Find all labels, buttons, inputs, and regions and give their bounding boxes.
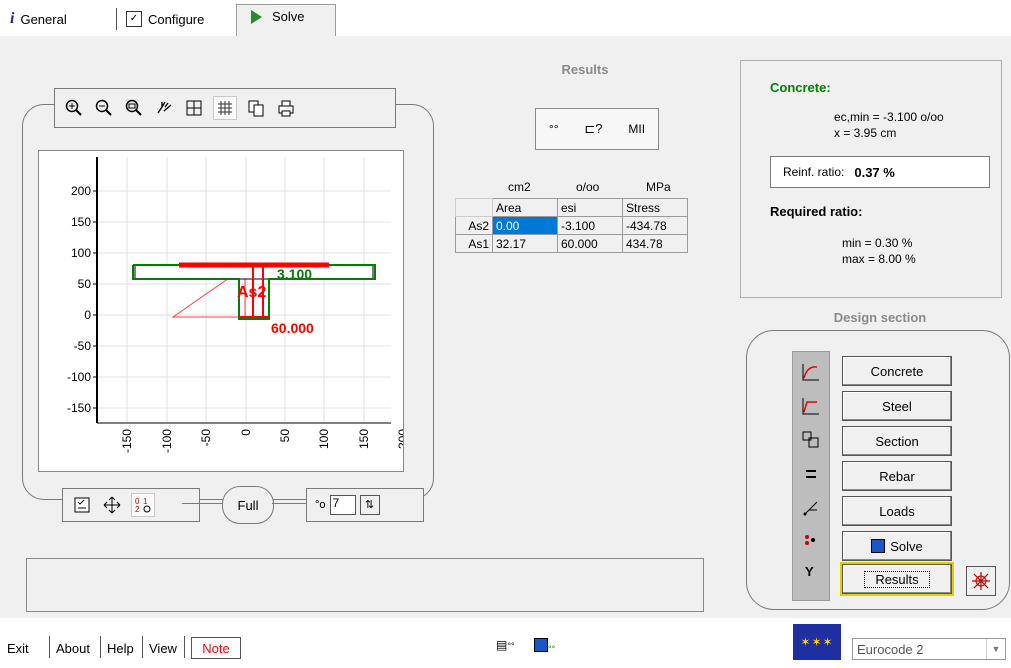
help-button[interactable]: Help [107, 638, 134, 658]
options-icon[interactable] [71, 494, 93, 516]
y-tick-label: 100 [71, 246, 91, 260]
rebar-button[interactable]: Rebar [842, 461, 952, 491]
rebar-icon[interactable] [801, 464, 821, 487]
section-plot-svg: 200 150 100 50 0 -50 -100 -150 -150 -100… [67, 157, 410, 453]
tab-general[interactable]: i General [10, 8, 67, 30]
message-box [26, 558, 704, 612]
move-icon[interactable] [101, 494, 123, 516]
exit-button[interactable]: Exit [7, 638, 29, 658]
print-icon[interactable] [275, 97, 297, 119]
grid-icon[interactable] [213, 96, 237, 120]
tab-solve[interactable]: Solve [236, 4, 336, 37]
loads-button[interactable]: Loads [842, 496, 952, 526]
copy-icon[interactable] [245, 97, 267, 119]
chevron-down-icon[interactable]: ▼ [986, 639, 1005, 659]
x-tick-label: 200 [396, 429, 403, 449]
calc-view-icon[interactable]: °° [534, 638, 555, 655]
mode-mii[interactable]: MII [628, 122, 645, 136]
as2-label: As2 [237, 284, 266, 301]
net-icon [972, 572, 990, 590]
tab-configure[interactable]: ✓ Configure [126, 8, 204, 30]
svg-text:1: 1 [143, 497, 148, 506]
design-code-select[interactable]: Eurocode 2 ▼ [852, 638, 1006, 660]
results-table: Area esi Stress As2 0.00 -3.100 -434.78 … [455, 198, 688, 253]
y-tick-label: 0 [84, 308, 91, 322]
table-row[interactable]: As1 32.17 60.000 434.78 [455, 234, 688, 253]
y-tick-label: -100 [67, 370, 91, 384]
results-title: Results [561, 62, 609, 77]
design-icon-column: Y [792, 351, 830, 601]
solve-button[interactable]: Solve [842, 531, 952, 561]
y-tick-label: -150 [67, 401, 91, 415]
y-tick-label: 150 [71, 215, 91, 229]
x-tick-label: 100 [317, 429, 331, 449]
x-tick-label: -100 [160, 429, 174, 453]
display-toolbar: 012 [62, 488, 200, 522]
points-mode-icon[interactable]: °° [549, 122, 559, 136]
section-plot[interactable]: 200 150 100 50 0 -50 -100 -150 -150 -100… [38, 150, 410, 472]
results-mode-toolbar: °° ⊏? MII [535, 108, 659, 150]
fit-extent-icon[interactable] [183, 97, 205, 119]
info-icon: i [10, 10, 15, 27]
concrete-button[interactable]: Concrete [842, 356, 952, 386]
view-button[interactable]: View [149, 638, 177, 658]
point-size-input[interactable]: 7 [329, 495, 356, 515]
selected-cell[interactable]: 0.00 [492, 216, 558, 235]
zoom-out-icon[interactable] [93, 97, 115, 119]
x-tick-label: 0 [239, 429, 253, 436]
strain-top-label: 3.100 [277, 266, 312, 282]
plot-toolbar [54, 88, 396, 128]
concrete-title: Concrete: [770, 80, 831, 95]
solve-points-icon[interactable] [802, 532, 822, 555]
full-button[interactable]: Full [222, 486, 274, 524]
section-button[interactable]: Section [842, 426, 952, 456]
steel-curve-icon[interactable] [801, 396, 821, 419]
steel-button[interactable]: Steel [842, 391, 952, 421]
max-ratio: max = 8.00 % [842, 252, 916, 266]
y-tick-label: 200 [71, 184, 91, 198]
min-ratio: min = 0.30 % [842, 236, 913, 250]
neutral-axis-depth: x = 3.95 cm [834, 126, 897, 140]
point-size-control: °o 7 ⇅ [306, 488, 424, 522]
x-tick-label: 50 [278, 429, 292, 443]
bottom-bar: Exit About Help View Note ▤°° °° ✶✶✶ Eur… [0, 618, 1011, 668]
x-tick-label: -50 [199, 429, 213, 447]
y-tick-label: -50 [74, 339, 92, 353]
loads-icon[interactable] [801, 498, 821, 521]
spinner-icon[interactable]: ⇅ [359, 495, 380, 515]
reinf-ratio-value: 0.37 % [854, 164, 895, 180]
table-row[interactable]: As2 0.00 -3.100 -434.78 [455, 216, 688, 235]
table-header-row: Area esi Stress [455, 198, 688, 217]
tab-bar: i General ✓ Configure Solve [0, 0, 1011, 37]
about-button[interactable]: About [56, 638, 90, 658]
required-ratio-title: Required ratio: [770, 204, 863, 219]
results-button[interactable]: Results [840, 562, 954, 596]
wizard-button[interactable] [966, 566, 996, 596]
numbering-icon[interactable]: 012 [131, 493, 155, 517]
zoom-fit-icon[interactable] [123, 97, 145, 119]
section-icon[interactable] [801, 430, 821, 453]
points-icon: °o [315, 499, 326, 511]
query-icon[interactable]: ⊏? [584, 121, 602, 137]
results-y-icon[interactable]: Y [805, 564, 814, 579]
reinf-ratio-box: Reinf. ratio: 0.37 % [770, 156, 990, 188]
svg-text:2: 2 [135, 505, 140, 514]
design-section-title: Design section [833, 310, 927, 325]
calculator-icon [871, 539, 886, 553]
note-button[interactable]: Note [191, 637, 241, 659]
eu-flag-logo: ✶✶✶ [793, 624, 841, 660]
strain-bottom-label: 60.000 [271, 320, 314, 336]
x-tick-label: -150 [120, 429, 134, 453]
y-tick-label: 50 [78, 277, 92, 291]
checklist-icon: ✓ [126, 11, 142, 27]
table-view-icon[interactable]: ▤°° [496, 638, 515, 652]
pan-hand-icon[interactable] [153, 97, 175, 119]
play-icon [251, 9, 262, 24]
x-tick-label: 150 [357, 429, 371, 449]
zoom-in-icon[interactable] [63, 97, 85, 119]
concrete-curve-icon[interactable] [801, 362, 821, 385]
ec-min: ec,min = -3.100 o/oo [834, 110, 944, 124]
